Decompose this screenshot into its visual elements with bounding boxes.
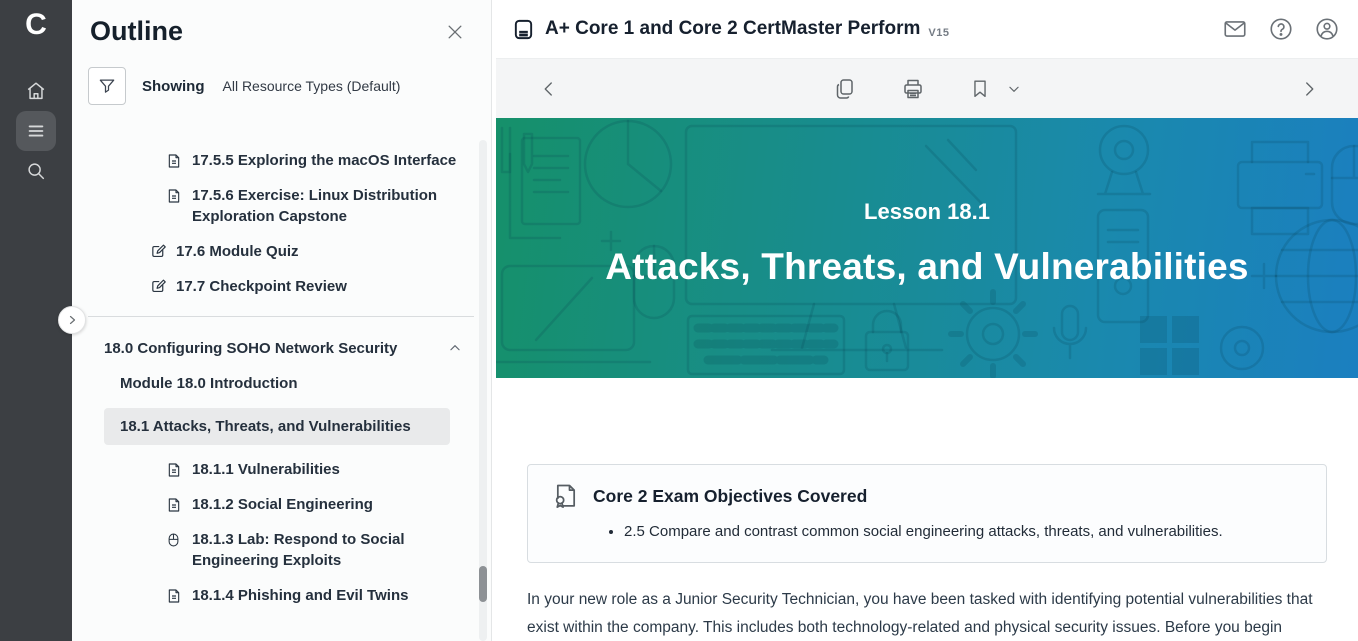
outline-item-label: 18.1.3 Lab: Respond to Social Engineerin… <box>192 531 405 569</box>
next-icon[interactable] <box>1300 80 1318 98</box>
section-collapse-chevron-up-icon[interactable] <box>448 341 462 355</box>
comptia-logo: C <box>25 8 47 41</box>
pattern-webcam-icon <box>1096 124 1152 196</box>
objective-item: 2.5 Compare and contrast common social e… <box>624 521 1302 543</box>
outline-item[interactable]: 17.5.6 Exercise: Linux Distribution Expl… <box>166 185 462 227</box>
main-area: A+ Core 1 and Core 2 CertMaster Perform … <box>496 0 1358 641</box>
pattern-printer-icon <box>1236 140 1324 236</box>
lesson-intro-paragraph: In your new role as a Junior Security Te… <box>527 591 1313 636</box>
rail-nav <box>0 71 72 191</box>
lesson-number: Lesson 18.1 <box>864 198 990 224</box>
document-icon <box>168 463 180 477</box>
certificate-icon <box>552 482 580 510</box>
document-icon <box>168 154 180 168</box>
outline-scrollbar-thumb[interactable] <box>479 566 487 602</box>
quiz-icon <box>150 278 168 296</box>
copy-icon[interactable] <box>833 77 857 101</box>
outline-item[interactable]: 18.1.1 Vulnerabilities <box>166 459 462 480</box>
course-version-badge: V15 <box>928 26 950 39</box>
pattern-pie-chart-icon <box>583 119 673 209</box>
objectives-list: 2.5 Compare and contrast common social e… <box>552 521 1302 543</box>
outline-item-label: 18.0 Configuring SOHO Network Security <box>104 340 398 357</box>
pattern-speaker-icon <box>1219 325 1265 371</box>
lesson-content: Core 2 Exam Objectives Covered 2.5 Compa… <box>496 378 1358 641</box>
outline-panel-title: Outline <box>90 16 183 46</box>
outline-item-label: Module 18.0 Introduction <box>120 375 298 392</box>
outline-item[interactable]: 17.7 Checkpoint Review <box>150 276 474 297</box>
outline-item[interactable]: Module 18.0 Introduction <box>120 373 474 394</box>
outline-section-divider <box>88 316 474 317</box>
lab-mouse-icon <box>168 533 179 547</box>
help-icon[interactable] <box>1268 16 1294 42</box>
outline-item[interactable]: 18.1.3 Lab: Respond to Social Engineerin… <box>166 529 462 571</box>
outline-section-header[interactable]: 18.0 Configuring SOHO Network Security <box>104 338 474 359</box>
outline-item[interactable]: 18.1.4 Phishing and Evil Twins <box>166 585 462 606</box>
lesson-toolbar <box>496 58 1358 118</box>
document-icon <box>166 187 184 205</box>
outline-item-label: 18.1.2 Social Engineering <box>192 496 373 513</box>
outline-list-icon[interactable] <box>16 111 56 151</box>
mouse-icon <box>166 531 184 549</box>
pattern-keyboard-icon <box>686 314 846 376</box>
pattern-windows-logo-icon <box>1140 316 1199 375</box>
outline-item[interactable]: 17.5.5 Exploring the macOS Interface <box>166 150 462 171</box>
pattern-microphone-icon <box>1052 304 1088 360</box>
document-icon <box>166 587 184 605</box>
outline-item-label: 17.5.5 Exploring the macOS Interface <box>192 152 457 169</box>
outline-item-label: 17.7 Checkpoint Review <box>176 278 347 295</box>
home-icon[interactable] <box>16 71 56 111</box>
filter-button[interactable] <box>88 67 126 105</box>
document-icon <box>166 461 184 479</box>
outline-item[interactable]: 18.1.2 Social Engineering <box>166 494 462 515</box>
pattern-lock-icon <box>864 309 910 372</box>
previous-icon[interactable] <box>540 80 558 98</box>
outline-item[interactable]: 17.6 Module Quiz <box>150 241 474 262</box>
filter-funnel-icon <box>99 79 115 93</box>
course-header: A+ Core 1 and Core 2 CertMaster Perform … <box>496 0 1358 58</box>
lesson-hero-banner: Lesson 18.1 Attacks, Threats, and Vulner… <box>496 118 1358 378</box>
outline-item-label: 17.5.6 Exercise: Linux Distribution Expl… <box>192 187 438 225</box>
document-icon <box>168 189 180 203</box>
pattern-pen-icon <box>500 126 534 174</box>
exam-objectives-box: Core 2 Exam Objectives Covered 2.5 Compa… <box>527 464 1327 563</box>
pattern-gear-icon <box>948 289 1038 378</box>
outline-item[interactable]: 18.1 Attacks, Threats, and Vulnerabiliti… <box>104 408 450 445</box>
outline-item-label: 18.1 Attacks, Threats, and Vulnerabiliti… <box>120 418 411 435</box>
quiz-icon <box>150 243 168 261</box>
filter-showing-label: Showing <box>142 77 205 95</box>
panel-collapse-toggle[interactable] <box>58 306 86 334</box>
document-icon <box>166 496 184 514</box>
pattern-globe-icon <box>1250 218 1358 334</box>
objectives-heading: Core 2 Exam Objectives Covered <box>593 485 868 506</box>
outline-item-label: 18.1.1 Vulnerabilities <box>192 461 340 478</box>
close-icon[interactable] <box>445 22 465 42</box>
outline-panel: Outline Showing All Resource Types (Defa… <box>72 0 492 641</box>
print-icon[interactable] <box>901 77 925 101</box>
lesson-title: Attacks, Threats, and Vulnerabilities <box>605 245 1249 287</box>
bookmark-menu-chevron-down-icon[interactable] <box>1007 82 1021 96</box>
document-icon <box>168 498 180 512</box>
document-icon <box>168 589 180 603</box>
bookmark-icon[interactable] <box>969 77 991 101</box>
document-icon <box>166 152 184 170</box>
outline-item-label: 18.1.4 Phishing and Evil Twins <box>192 587 409 604</box>
outline-list: 17.5.5 Exploring the macOS Interface 17.5… <box>88 121 474 641</box>
outline-item-label: 17.6 Module Quiz <box>176 243 299 260</box>
quiz-pencil-icon <box>152 279 166 293</box>
filter-current-value: All Resource Types (Default) <box>222 78 401 94</box>
account-icon[interactable] <box>1314 16 1340 42</box>
search-icon[interactable] <box>16 151 56 191</box>
course-reader-icon <box>512 18 535 41</box>
course-title: A+ Core 1 and Core 2 CertMaster Perform <box>545 18 921 39</box>
pattern-documents-icon <box>508 136 582 240</box>
quiz-pencil-icon <box>152 244 166 258</box>
pattern-mouse-icon <box>1330 144 1358 226</box>
mail-icon[interactable] <box>1222 16 1248 42</box>
